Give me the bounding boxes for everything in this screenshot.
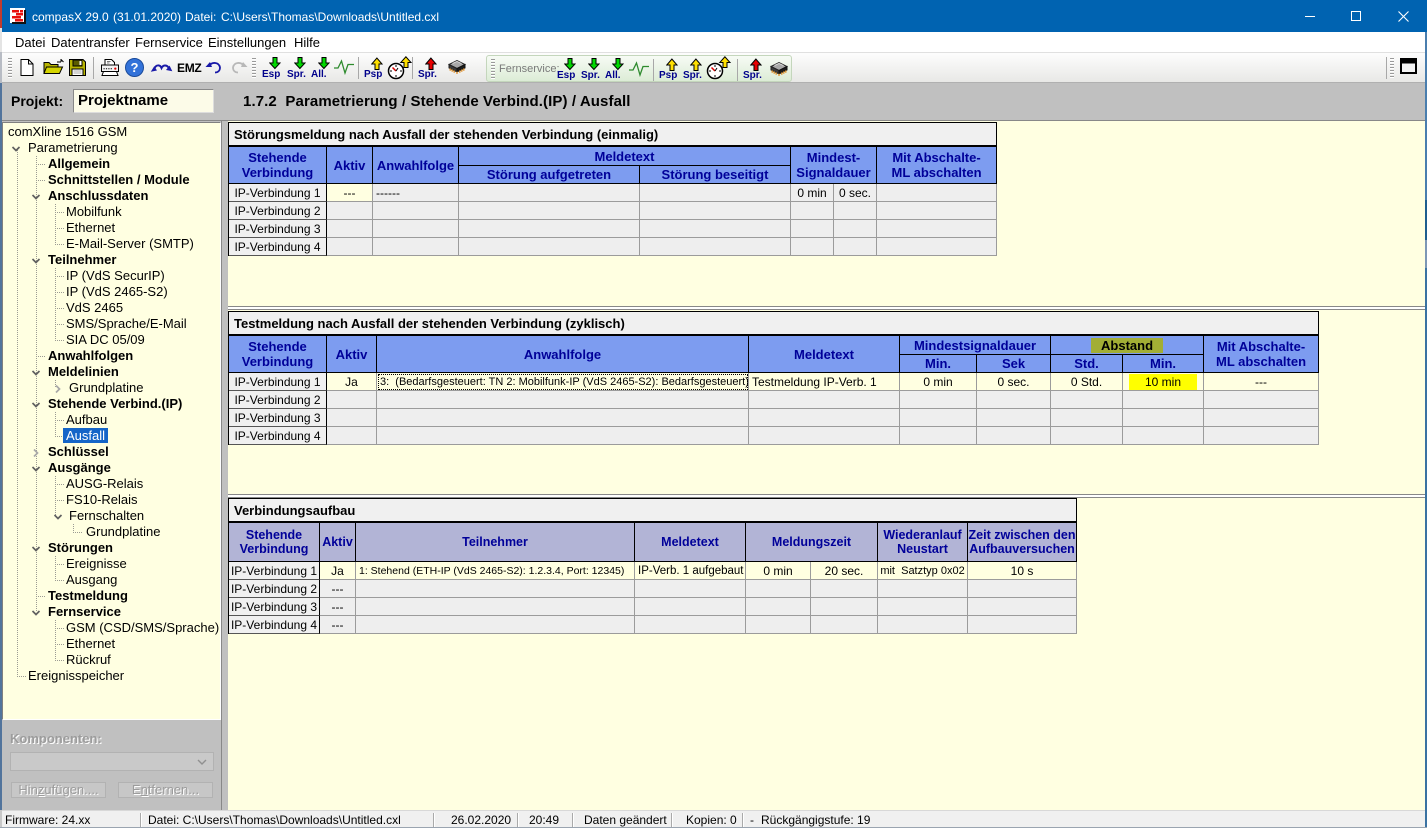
svg-text:?: ? — [131, 60, 139, 75]
